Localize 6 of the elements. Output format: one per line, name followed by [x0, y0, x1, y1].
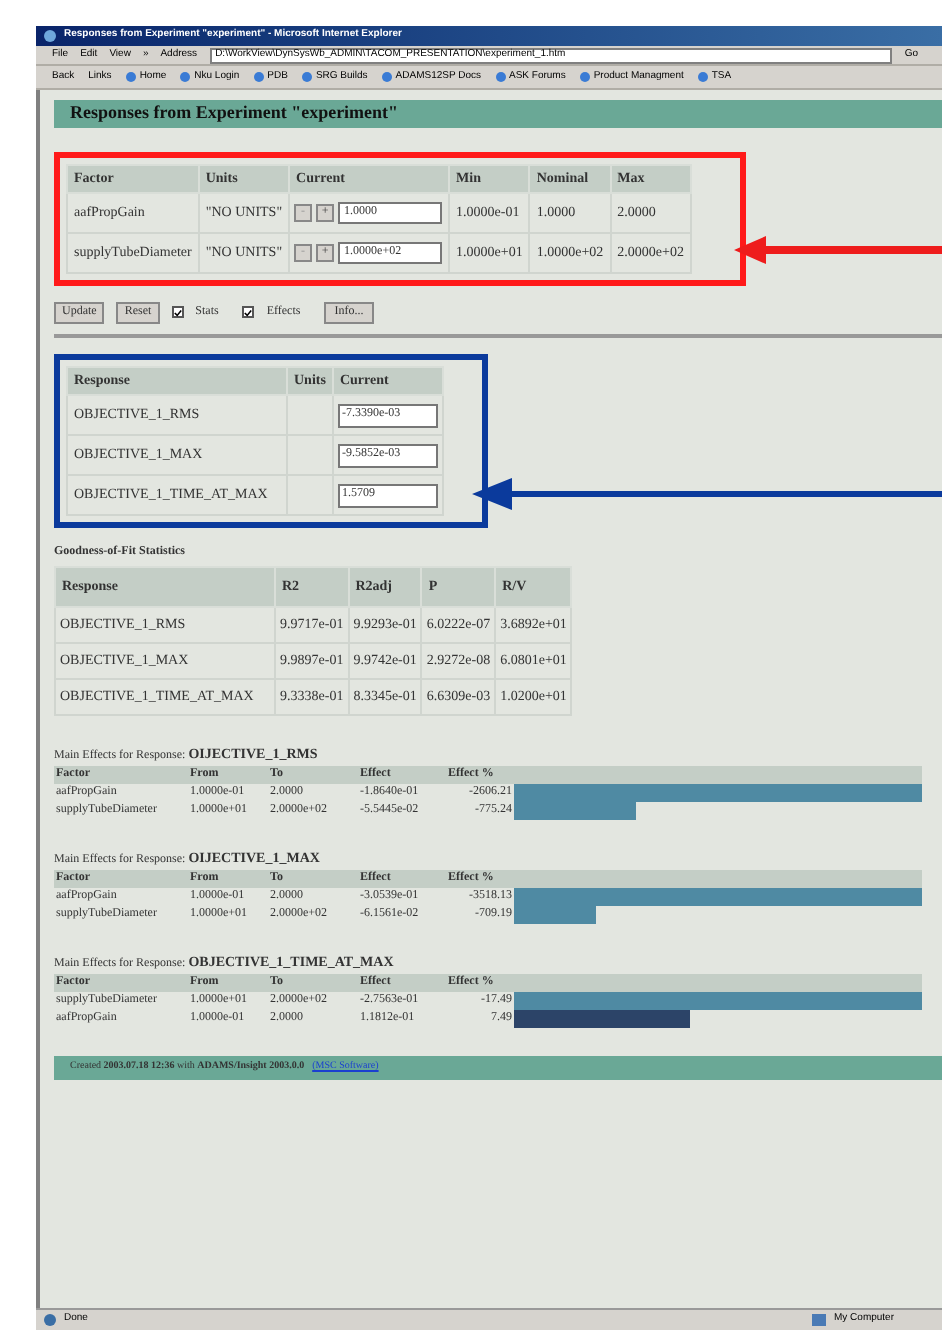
checkbox[interactable] [242, 306, 255, 318]
checkbox[interactable] [171, 306, 184, 318]
page-heading: Responses from Experiment "experiment" [54, 100, 942, 128]
page-icon [44, 1314, 56, 1326]
ie-icon [44, 30, 56, 42]
computer-icon [812, 1314, 826, 1326]
